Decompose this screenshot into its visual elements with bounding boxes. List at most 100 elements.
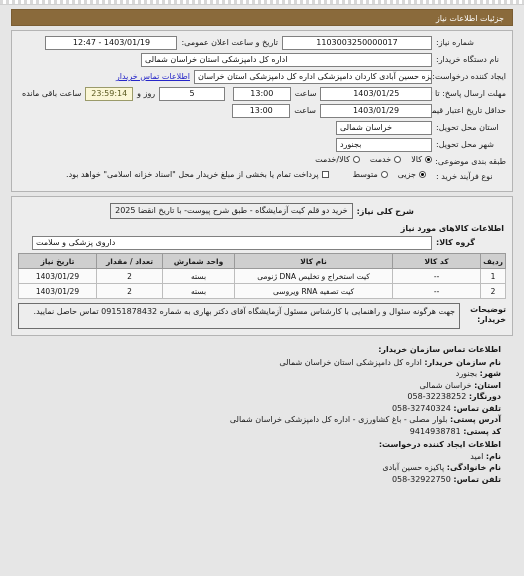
org-phone-label: تلفن تماس:: [453, 403, 501, 413]
row-process: نوع فرآیند خرید : جزیی متوسط پرداخت تمام…: [18, 170, 506, 182]
cell-name: کیت تصفیه RNA ویروسی: [233, 283, 394, 299]
deadline-label: مهلت ارسال پاسخ: تا تاریخ:: [413, 89, 506, 98]
col-header-name: نام کالا: [233, 253, 394, 269]
announce-date-field[interactable]: 1403/01/19 - 12:47: [45, 36, 178, 50]
creator-contact-title: اطلاعات ایجاد کننده درخواست:: [378, 440, 501, 449]
goods-panel: شرح کلی نیاز: خرید دو قلم کیت آزمایشگاه …: [11, 196, 513, 336]
org-name-label: نام سازمان خریدار:: [424, 357, 501, 367]
process-radio-group: جزیی متوسط پرداخت تمام یا بخشی از مبلغ خ…: [59, 170, 432, 179]
org-name-value: اداره کل دامپزشکی استان خراسان شمالی: [279, 357, 422, 367]
need-number-field[interactable]: 1103003250000017: [282, 36, 432, 50]
org-fax-value: 32238252-058: [407, 392, 467, 401]
cell-unit: بسته: [162, 268, 235, 284]
page-title: جزئیات اطلاعات نیاز: [11, 9, 513, 26]
radio-process-motavaset-label: متوسط: [352, 170, 378, 179]
creator-last-name-value: پاکیزه حسین آبادی: [382, 463, 445, 472]
radio-category-khedmat[interactable]: [394, 156, 402, 163]
org-city-line: شهر: بجنورد: [23, 368, 501, 380]
cell-code: --: [392, 268, 482, 284]
buyer-contact-link[interactable]: اطلاعات تماس خریدار: [116, 70, 194, 84]
org-postal-line: کد پستی: 9414938781: [23, 426, 501, 438]
org-postal-value: 9414938781: [409, 426, 461, 436]
creator-label: ایجاد کننده درخواست:: [432, 72, 506, 81]
goods-group-field[interactable]: داروی پزشکی و سلامت: [32, 236, 432, 250]
org-city-label: شهر:: [479, 369, 501, 378]
row-creator: ایجاد کننده درخواست: امید پاکیزه حسین آب…: [18, 70, 506, 84]
province-label: استان محل تحویل:: [436, 123, 499, 132]
col-header-qty: تعداد / مقدار: [96, 253, 163, 269]
deadline-date-field[interactable]: 1403/01/25: [320, 87, 432, 101]
radio-category-kala-khedmat[interactable]: [352, 156, 360, 163]
col-header-date: تاریخ نیاز: [18, 253, 97, 269]
org-contact-title: اطلاعات تماس سازمان خریدار:: [378, 345, 501, 354]
row-validity: حداقل تاریخ اعتبار قیمت: تا تاریخ: 1403/…: [18, 104, 506, 118]
summary-label: شرح کلی نیاز:: [356, 206, 414, 216]
creator-first-name-label: نام:: [485, 451, 501, 461]
org-province-label: استان:: [474, 380, 501, 390]
validity-label: حداقل تاریخ اعتبار قیمت: تا تاریخ:: [393, 106, 506, 115]
deadline-hour-field[interactable]: 13:00: [232, 87, 291, 101]
creator-field[interactable]: امید پاکیزه حسین آبادی کاردان دامپزشکی ا…: [194, 70, 432, 84]
countdown-timer-label: ساعت باقی مانده: [22, 89, 82, 98]
row-province: استان محل تحویل: خراسان شمالی: [18, 121, 506, 135]
cell-unit: بسته: [162, 283, 235, 299]
city-label: شهر محل تحویل:: [436, 140, 494, 149]
creator-last-name-label: نام خانوادگی:: [446, 463, 501, 472]
checkbox-treasury-payment[interactable]: [321, 171, 329, 178]
row-goods-group: گروه کالا: داروی پزشکی و سلامت: [18, 236, 506, 250]
radio-process-jozi-label: جزیی: [397, 170, 416, 179]
category-radio-group: کالا خدمت کالا/خدمت: [308, 155, 432, 164]
cell-qty: 2: [96, 283, 163, 299]
row-need-number: شماره نیاز: 1103003250000017 تاریخ و ساع…: [18, 36, 506, 50]
cell-date: 1403/01/29: [18, 283, 97, 299]
remaining-days-label: روز و: [137, 89, 156, 98]
city-field[interactable]: بجنورد: [336, 138, 432, 152]
row-category: طبقه بندی موضوعی: کالا خدمت کالا/خدمت: [18, 155, 506, 167]
creator-phone-line: تلفن تماس: 32922750-058: [23, 474, 501, 486]
radio-category-kala[interactable]: [425, 156, 432, 163]
checkbox-treasury-payment-label: پرداخت تمام یا بخشی از مبلغ خریدار محل "…: [66, 170, 319, 179]
announce-date-label: تاریخ و ساعت اعلان عمومی:: [181, 38, 278, 47]
validity-hour-field[interactable]: 13:00: [232, 104, 291, 118]
radio-process-jozi[interactable]: [419, 171, 426, 178]
buyer-notes-row: توضیحات خریدار: جهت هرگونه سئوال و راهنم…: [18, 303, 506, 329]
summary-row: شرح کلی نیاز: خرید دو قلم کیت آزمایشگاه …: [18, 203, 506, 219]
row-city: شهر محل تحویل: بجنورد: [18, 138, 506, 152]
radio-category-kala-label: کالا: [411, 155, 422, 164]
col-header-code: کد کالا: [392, 253, 482, 269]
buyer-org-field[interactable]: اداره کل دامپزشکی استان خراسان شمالی: [141, 53, 432, 67]
creator-phone-value: 32922750-058: [391, 474, 451, 484]
need-number-label: شماره نیاز:: [436, 38, 474, 47]
org-province-line: استان: خراسان شمالی: [23, 380, 501, 392]
validity-date-field[interactable]: 1403/01/29: [320, 104, 432, 118]
goods-group-label: گروه کالا:: [436, 238, 475, 247]
buyer-org-label: نام دستگاه خریدار:: [436, 55, 499, 64]
col-header-unit: واحد شمارش: [162, 253, 235, 269]
creator-first-name-line: نام: امید: [23, 451, 501, 463]
buyer-notes-text: جهت هرگونه سئوال و راهنمایی با کارشناس م…: [18, 303, 460, 329]
table-row: 2 -- کیت تصفیه RNA ویروسی بسته 2 1403/01…: [18, 283, 506, 299]
org-name-line: نام سازمان خریدار: اداره کل دامپزشکی است…: [23, 357, 501, 369]
radio-category-khedmat-label: خدمت: [369, 155, 392, 164]
goods-section-title: اطلاعات کالاهای مورد نیاز: [400, 224, 504, 233]
creator-first-name-value: امید: [470, 451, 484, 461]
creator-phone-label: تلفن تماس:: [453, 474, 501, 484]
province-field[interactable]: خراسان شمالی: [336, 121, 432, 135]
summary-field: خرید دو قلم کیت آزمایشگاه - طبق شرح پیوس…: [110, 203, 353, 219]
goods-table: ردیف کد کالا نام کالا واحد شمارش تعداد /…: [18, 253, 506, 299]
col-header-radif: ردیف: [480, 253, 506, 269]
remaining-days-field: 5: [159, 87, 225, 101]
cell-name: کیت استخراج و تخلیص DNA ژنومی: [233, 268, 394, 284]
process-label: نوع فرآیند خرید :: [436, 172, 493, 181]
org-phone-line: تلفن تماس: 32740324-058: [23, 403, 501, 415]
radio-category-kala-khedmat-label: کالا/خدمت: [315, 155, 350, 164]
org-fax-label: دورنگار:: [468, 392, 501, 401]
radio-process-motavaset[interactable]: [380, 171, 388, 178]
cell-radif: 1: [480, 268, 506, 284]
deadline-hour-label: ساعت: [294, 89, 317, 98]
need-details-panel: شماره نیاز: 1103003250000017 تاریخ و ساع…: [11, 30, 513, 192]
cell-date: 1403/01/29: [18, 268, 97, 284]
countdown-timer: 23:59:14: [85, 87, 134, 101]
org-province-value: خراسان شمالی: [419, 380, 472, 390]
buyer-notes-label: توضیحات خریدار:: [470, 305, 506, 324]
